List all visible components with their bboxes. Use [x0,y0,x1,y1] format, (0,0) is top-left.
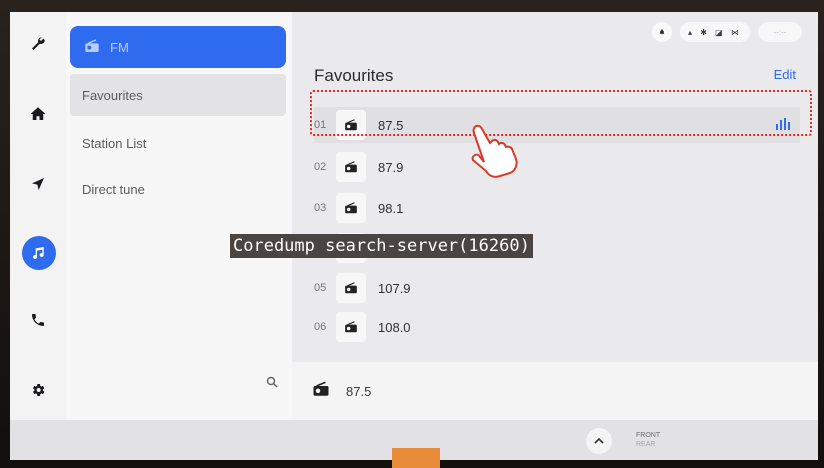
row-number: 03 [314,202,327,214]
front-label: FRONT [636,432,661,439]
radio-icon [336,152,366,182]
settings-icon[interactable] [22,374,54,406]
edit-button[interactable]: Edit [774,67,796,82]
rear-label: REAR [636,441,656,448]
highlight-box [310,90,812,136]
radio-icon [84,38,100,56]
orange-tab [392,448,440,468]
navigation-icon[interactable] [22,168,54,200]
favourite-row[interactable]: 03 98.1 [314,190,800,226]
row-frequency: 98.1 [378,200,404,216]
chevron-up-icon[interactable] [586,428,612,454]
favourites-panel: ▴ ✱ ◪ ⋈ --:-- Favourites Edit 01 87.5 02… [292,12,818,420]
menu-item-station-list[interactable]: Station List [70,122,286,164]
audio-zone-selector[interactable]: FRONT REAR [636,431,660,449]
favourite-row[interactable]: 06 108.0 [314,309,800,345]
clock-pill: --:-- [758,22,802,42]
favourite-row[interactable]: 02 87.9 [314,149,800,185]
row-frequency: 107.9 [378,280,411,296]
source-selector[interactable]: FM [70,26,286,68]
menu-item-label: Direct tune [82,181,145,197]
menu-item-favourites[interactable]: Favourites [70,74,286,116]
home-icon[interactable] [22,98,54,130]
menu-item-label: Favourites [82,87,143,103]
row-number: 06 [314,321,327,333]
status-icons: ▴ ✱ ◪ ⋈ [688,27,742,37]
status-indicators: ▴ ✱ ◪ ⋈ [680,22,750,42]
search-icon[interactable] [262,374,282,394]
icon-rail [10,12,66,420]
menu-item-label: Station List [82,135,147,151]
favourite-row[interactable]: 05 107.9 [314,270,800,306]
now-playing-bar[interactable]: 87.5 [292,362,818,420]
menu-item-direct-tune[interactable]: Direct tune [70,168,286,210]
now-playing-frequency: 87.5 [346,383,372,399]
row-frequency: 87.9 [378,159,404,175]
row-frequency: 108.0 [378,319,411,335]
music-icon[interactable] [22,236,56,270]
clock-icon: --:-- [773,27,787,37]
radio-submenu: FM Favourites Station List Direct tune [66,12,292,420]
row-number: 05 [314,282,327,294]
source-label: FM [110,39,129,55]
wrench-icon[interactable] [22,28,54,60]
notification-icon[interactable] [652,22,672,42]
radio-icon [336,273,366,303]
radio-icon [336,312,366,342]
coredump-overlay: Coredump search-server(16260) [230,234,533,258]
radio-icon [312,381,330,402]
hand-pointer-icon [462,120,522,180]
phone-icon[interactable] [22,304,54,336]
row-number: 02 [314,161,327,173]
status-bar: ▴ ✱ ◪ ⋈ --:-- [652,22,802,42]
radio-icon [336,193,366,223]
page-title: Favourites [314,66,394,85]
